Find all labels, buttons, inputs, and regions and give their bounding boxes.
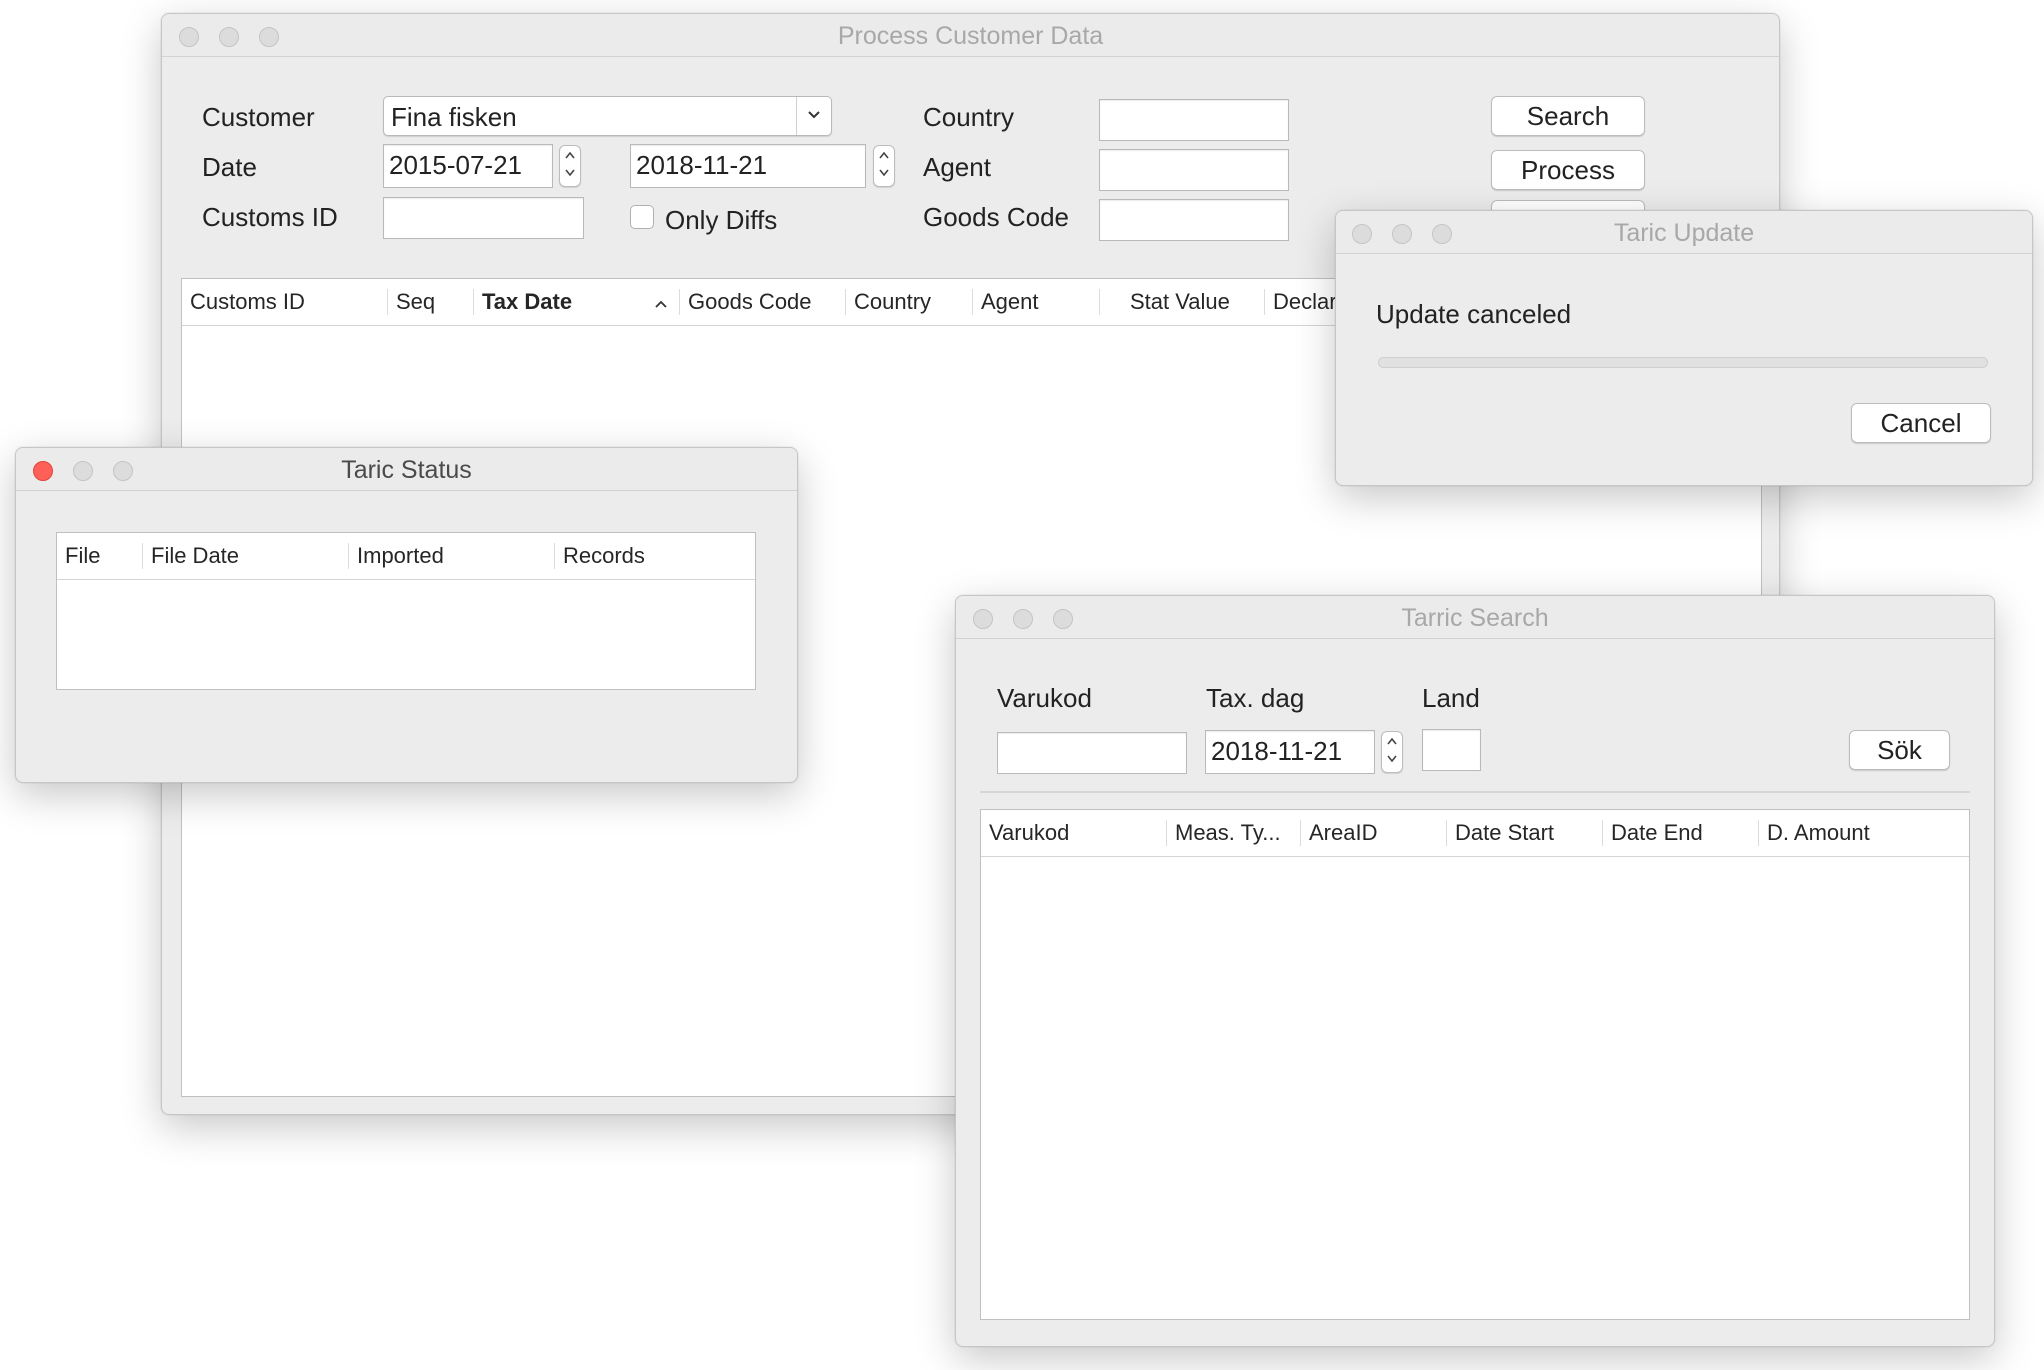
date-from-stepper[interactable] — [559, 145, 581, 187]
window-title: Process Customer Data — [837, 22, 1104, 50]
window-title: Taric Status — [341, 456, 472, 484]
cancel-button[interactable]: Cancel — [1851, 403, 1991, 443]
title-bar[interactable]: Tarric Search — [956, 596, 1994, 639]
column-header-date-end[interactable]: Date End — [1603, 810, 1759, 856]
varukod-label: Varukod — [997, 683, 1092, 713]
customer-combo-value: Fina fisken — [391, 102, 517, 132]
land-field[interactable] — [1422, 729, 1481, 771]
update-status-label: Update canceled — [1376, 299, 1572, 329]
agent-label: Agent — [923, 152, 991, 182]
process-button[interactable]: Process — [1491, 150, 1645, 190]
country-field[interactable] — [1099, 99, 1289, 141]
varukod-field[interactable] — [997, 732, 1187, 774]
goods-code-label: Goods Code — [923, 202, 1069, 232]
customer-combo[interactable]: Fina fisken — [383, 96, 832, 136]
date-from-field[interactable]: 2015-07-21 — [383, 144, 553, 188]
tax-dag-stepper[interactable] — [1381, 731, 1403, 773]
country-label: Country — [923, 102, 1015, 132]
column-header-file-date[interactable]: File Date — [143, 533, 349, 579]
search-button[interactable]: Search — [1491, 96, 1645, 136]
customs-id-label: Customs ID — [202, 202, 338, 232]
title-bar[interactable]: Taric Status — [16, 448, 797, 491]
column-header-seq[interactable]: Seq — [388, 279, 474, 325]
tax-dag-field[interactable]: 2018-11-21 — [1205, 730, 1375, 774]
column-header-file[interactable]: File — [57, 533, 143, 579]
column-header-agent[interactable]: Agent — [973, 279, 1100, 325]
column-header-areaid[interactable]: AreaID — [1301, 810, 1447, 856]
window-title: Tarric Search — [1401, 604, 1549, 632]
column-header-goods-code[interactable]: Goods Code — [680, 279, 846, 325]
update-progress-bar — [1378, 357, 1988, 368]
column-header-customs-id[interactable]: Customs ID — [182, 279, 388, 325]
column-header-records[interactable]: Records — [555, 533, 755, 579]
title-bar[interactable]: Taric Update — [1336, 211, 2032, 254]
taric-status-window: Taric Status File File Date Imported Rec… — [15, 447, 798, 783]
window-title: Taric Update — [1613, 219, 1755, 247]
customer-label: Customer — [202, 102, 315, 132]
date-to-field[interactable]: 2018-11-21 — [630, 144, 866, 188]
column-header-varukod[interactable]: Varukod — [981, 810, 1167, 856]
sok-button[interactable]: Sök — [1849, 730, 1950, 770]
only-diffs-checkbox[interactable] — [630, 205, 654, 229]
taric-status-table[interactable]: File File Date Imported Records — [56, 532, 756, 690]
column-header-country[interactable]: Country — [846, 279, 973, 325]
column-header-imported[interactable]: Imported — [349, 533, 555, 579]
agent-field[interactable] — [1099, 149, 1289, 191]
chevron-down-icon[interactable] — [796, 97, 831, 135]
title-bar[interactable]: Process Customer Data — [162, 14, 1779, 57]
only-diffs-label: Only Diffs — [665, 205, 778, 235]
goods-code-field[interactable] — [1099, 199, 1289, 241]
divider — [980, 791, 1970, 793]
column-header-tax-date[interactable]: Tax Date — [474, 279, 680, 325]
tarric-search-window: Tarric Search Varukod Tax. dag Land 2018… — [955, 595, 1995, 1347]
date-to-stepper[interactable] — [873, 145, 895, 187]
column-header-d-amount[interactable]: D. Amount — [1759, 810, 1969, 856]
column-header-stat-value[interactable]: Stat Value — [1100, 279, 1265, 325]
table-header: Varukod Meas. Ty... AreaID Date Start Da… — [981, 810, 1969, 857]
tax-dag-label: Tax. dag — [1206, 683, 1305, 713]
tarric-search-table[interactable]: Varukod Meas. Ty... AreaID Date Start Da… — [980, 809, 1970, 1320]
column-header-meas-type[interactable]: Meas. Ty... — [1167, 810, 1301, 856]
land-label: Land — [1422, 683, 1480, 713]
table-header: File File Date Imported Records — [57, 533, 755, 580]
date-label: Date — [202, 152, 257, 182]
column-header-date-start[interactable]: Date Start — [1447, 810, 1603, 856]
sort-ascending-icon — [654, 279, 668, 325]
taric-update-window: Taric Update Update canceled Cancel — [1335, 210, 2033, 486]
customs-id-field[interactable] — [383, 197, 584, 239]
